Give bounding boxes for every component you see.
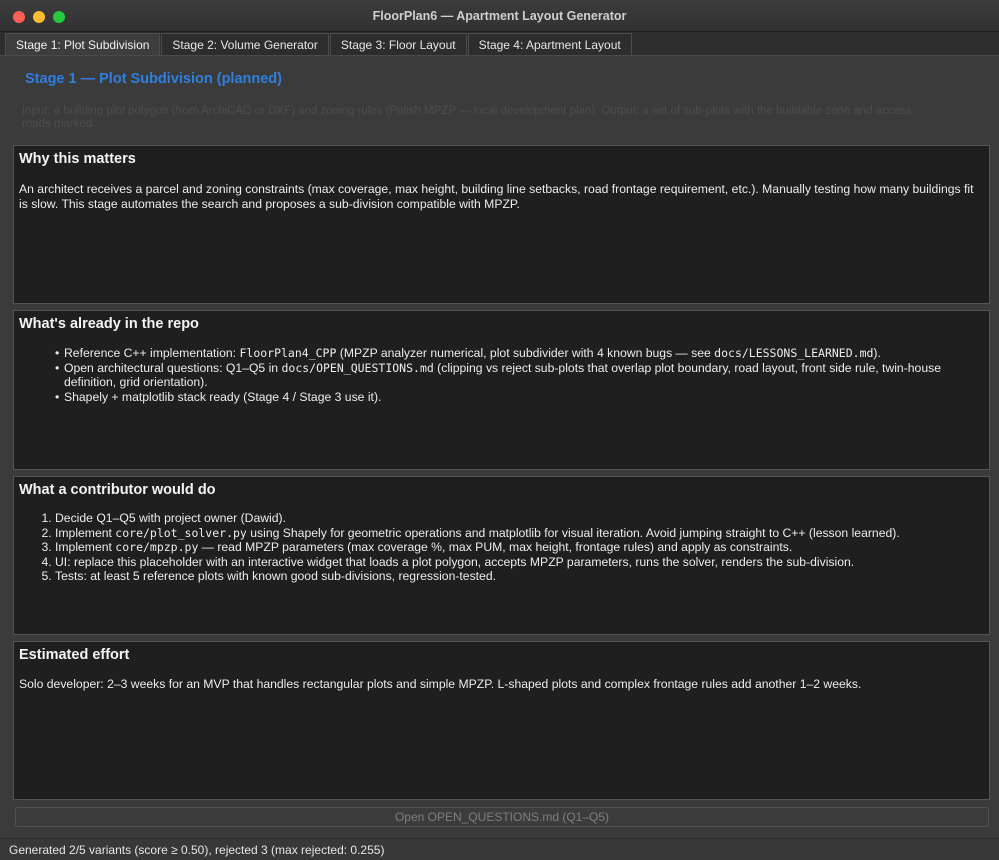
status-text: Generated 2/5 variants (score ≥ 0.50), r… (9, 842, 385, 857)
list-item: Open architectural questions: Q1–Q5 in d… (55, 361, 984, 390)
section-title: Estimated effort (19, 647, 130, 663)
list-item: UI: replace this placeholder with an int… (55, 555, 984, 570)
section-title: Why this matters (19, 151, 136, 167)
open-questions-button[interactable]: Open OPEN_QUESTIONS.md (Q1–Q5) (15, 807, 989, 827)
code-snippet: FloorPlan4_CPP (239, 346, 337, 360)
code-snippet: docs/LESSONS_LEARNED.md (714, 346, 874, 360)
tab-stage-3[interactable]: Stage 3: Floor Layout (329, 33, 467, 55)
contributor-list: Decide Q1–Q5 with project owner (Dawid).… (19, 511, 984, 584)
stage-tabbar: Stage 1: Plot Subdivision Stage 2: Volum… (0, 32, 999, 56)
list-item: Reference C++ implementation: FloorPlan4… (55, 346, 984, 361)
section-already-in-repo: What's already in the repo Reference C++… (13, 310, 990, 470)
stage-description: Input: a building plot polygon (from Arc… (22, 105, 982, 131)
section-why-this-matters: Why this matters An architect receives a… (13, 145, 990, 304)
list-item: Implement core/mpzp.py — read MPZP param… (55, 540, 984, 555)
list-item: Implement core/plot_solver.py using Shap… (55, 526, 984, 541)
tab-stage-1[interactable]: Stage 1: Plot Subdivision (5, 33, 161, 55)
code-snippet: core/plot_solver.py (115, 525, 247, 540)
status-bar: Generated 2/5 variants (score ≥ 0.50), r… (0, 838, 999, 860)
window-titlebar: FloorPlan6 — Apartment Layout Generator (0, 0, 999, 32)
code-snippet: docs/OPEN_QUESTIONS.md (281, 360, 434, 375)
section-body: Solo developer: 2–3 weeks for an MVP tha… (19, 677, 862, 691)
stage-description-line-1: Input: a building plot polygon (from Arc… (22, 105, 912, 117)
window-title: FloorPlan6 — Apartment Layout Generator (372, 9, 627, 23)
list-item: Shapely + matplotlib stack ready (Stage … (55, 390, 984, 405)
code-snippet: core/mpzp.py (115, 540, 199, 554)
repo-list: Reference C++ implementation: FloorPlan4… (19, 346, 984, 404)
section-estimated-effort: Estimated effort Solo developer: 2–3 wee… (13, 641, 990, 800)
section-title: What's already in the repo (19, 316, 199, 332)
section-title: What a contributor would do (19, 482, 216, 498)
section-contributor-tasks: What a contributor would do Decide Q1–Q5… (13, 476, 990, 635)
list-item: Tests: at least 5 reference plots with k… (55, 569, 984, 584)
stage-description-line-2: roads marked. (22, 118, 96, 130)
page-title: Stage 1 — Plot Subdivision (planned) (25, 71, 282, 87)
tab-stage-4[interactable]: Stage 4: Apartment Layout (467, 33, 632, 55)
section-body: An architect receives a parcel and zonin… (19, 182, 974, 211)
stage-content: Stage 1 — Plot Subdivision (planned) Inp… (0, 56, 999, 838)
list-item: Decide Q1–Q5 with project owner (Dawid). (55, 511, 984, 526)
tab-stage-2[interactable]: Stage 2: Volume Generator (161, 33, 329, 55)
